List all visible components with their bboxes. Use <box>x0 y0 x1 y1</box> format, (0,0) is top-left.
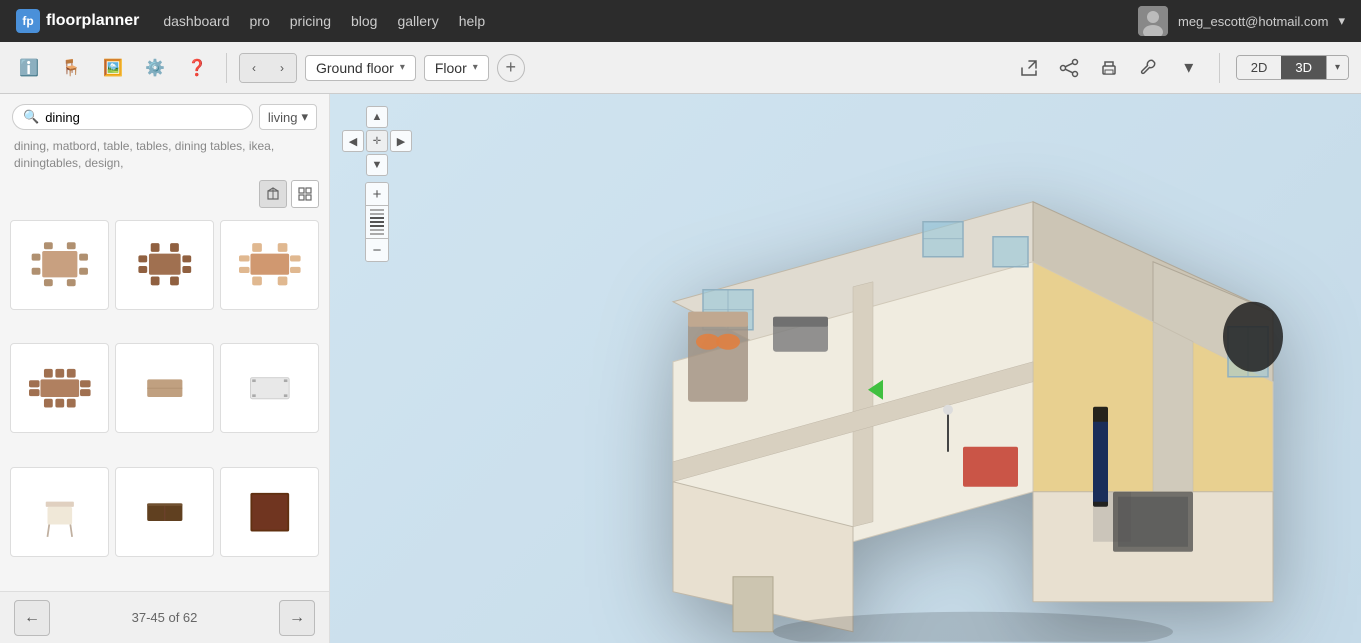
nav-next-button[interactable]: › <box>268 54 296 82</box>
view-toggle-icons <box>0 178 329 214</box>
print-button[interactable] <box>1095 54 1123 82</box>
nav-prev-button[interactable]: ‹ <box>240 54 268 82</box>
share-button[interactable] <box>1055 54 1083 82</box>
view-2d-button[interactable]: 2D <box>1237 56 1282 79</box>
nav-pro[interactable]: pro <box>250 13 270 29</box>
top-navigation: fp floorplanner dashboard pro pricing bl… <box>0 0 1361 42</box>
furniture-grid <box>0 214 329 591</box>
user-avatar <box>1138 6 1168 36</box>
zoom-tick <box>370 233 384 235</box>
floor-plan-3d <box>573 141 1353 643</box>
user-menu[interactable]: meg_escott@hotmail.com ▾ <box>1138 6 1345 36</box>
zoom-tick <box>370 209 384 211</box>
user-email: meg_escott@hotmail.com <box>1178 14 1328 29</box>
photo-button[interactable]: 🖼️ <box>96 51 130 85</box>
sidebar: 🔍 living ▾ dining, matbord, table, table… <box>0 94 330 643</box>
settings-button[interactable]: ⚙️ <box>138 51 172 85</box>
search-icon: 🔍 <box>23 109 39 125</box>
main-nav: dashboard pro pricing blog gallery help <box>163 13 485 29</box>
furniture-item[interactable] <box>115 220 214 310</box>
search-input[interactable] <box>45 110 242 125</box>
floor-plan-svg[interactable] <box>573 141 1353 641</box>
next-page-button[interactable]: → <box>279 600 315 636</box>
zoom-in-button[interactable]: + <box>366 183 388 205</box>
divider-2 <box>1219 53 1220 83</box>
zoom-tick <box>370 225 384 227</box>
nav-dashboard[interactable]: dashboard <box>163 13 229 29</box>
info-button[interactable]: ℹ️ <box>12 51 46 85</box>
logo-icon: fp <box>16 9 40 33</box>
furniture-item[interactable] <box>10 220 109 310</box>
export-button[interactable] <box>1015 54 1043 82</box>
pagination: ← 37-45 of 62 → <box>0 591 329 643</box>
category-selector[interactable]: living ▾ <box>259 104 317 130</box>
furniture-item[interactable] <box>115 343 214 433</box>
add-floor-button[interactable]: + <box>497 54 525 82</box>
category-arrow: ▾ <box>301 109 308 125</box>
3d-view-icon-button[interactable] <box>259 180 287 208</box>
zoom-scale <box>366 205 388 239</box>
view-3d-dropdown-button[interactable]: ▾ <box>1326 56 1348 79</box>
user-dropdown-arrow: ▾ <box>1338 13 1345 29</box>
main-area: 🔍 living ▾ dining, matbord, table, table… <box>0 94 1361 643</box>
nav-left-button[interactable]: ◀ <box>342 130 364 152</box>
prev-page-button[interactable]: ← <box>14 600 50 636</box>
nav-arrows: ‹ › <box>239 53 297 83</box>
nav-down-button[interactable]: ▼ <box>366 154 388 176</box>
zoom-tick <box>370 217 384 219</box>
view-selector[interactable]: Floor ▾ <box>424 55 489 81</box>
toolbar-right: ▾ 2D 3D ▾ <box>1015 53 1349 83</box>
nav-right-button[interactable]: ▶ <box>390 130 412 152</box>
furniture-item[interactable] <box>10 343 109 433</box>
view-toggle: 2D 3D ▾ <box>1236 55 1349 80</box>
canvas-area[interactable]: ▲ ◀ ✛ ▶ ▼ + <box>330 94 1361 643</box>
furniture-button[interactable]: 🪑 <box>54 51 88 85</box>
zoom-tick <box>370 221 384 223</box>
furniture-item[interactable] <box>115 467 214 557</box>
furniture-item[interactable] <box>220 343 319 433</box>
help-button[interactable]: ❓ <box>180 51 214 85</box>
view-dropdown-arrow: ▾ <box>473 62 478 73</box>
nav-center[interactable]: ✛ <box>366 130 388 152</box>
search-box: 🔍 <box>12 104 253 130</box>
logo[interactable]: fp floorplanner <box>16 9 139 33</box>
search-suggestions: dining, matbord, table, tables, dining t… <box>0 136 329 178</box>
floor-label: Ground floor <box>316 60 394 76</box>
nav-up-button[interactable]: ▲ <box>366 106 388 128</box>
more-button[interactable]: ▾ <box>1175 54 1203 82</box>
zoom-tick <box>370 229 384 231</box>
zoom-control: + − <box>365 182 389 262</box>
nav-blog[interactable]: blog <box>351 13 377 29</box>
search-area: 🔍 living ▾ <box>0 94 329 136</box>
zoom-tick <box>370 213 384 215</box>
page-info: 37-45 of 62 <box>132 610 198 625</box>
nav-help[interactable]: help <box>459 13 485 29</box>
category-label: living <box>268 110 298 125</box>
nav-pricing[interactable]: pricing <box>290 13 331 29</box>
furniture-item[interactable] <box>220 220 319 310</box>
divider-1 <box>226 53 227 83</box>
view-3d-button[interactable]: 3D <box>1281 56 1326 79</box>
2d-view-icon-button[interactable] <box>291 180 319 208</box>
toolbar: ℹ️ 🪑 🖼️ ⚙️ ❓ ‹ › Ground floor ▾ Floor ▾ … <box>0 42 1361 94</box>
zoom-out-button[interactable]: − <box>366 239 388 261</box>
nav-gallery[interactable]: gallery <box>397 13 438 29</box>
furniture-item[interactable] <box>220 467 319 557</box>
furniture-item[interactable] <box>10 467 109 557</box>
navigation-control: ▲ ◀ ✛ ▶ ▼ + <box>342 106 412 262</box>
wrench-button[interactable] <box>1135 54 1163 82</box>
floor-dropdown-arrow: ▾ <box>400 62 405 73</box>
view-label: Floor <box>435 60 467 76</box>
ground-floor-selector[interactable]: Ground floor ▾ <box>305 55 416 81</box>
logo-text: floorplanner <box>46 12 139 30</box>
